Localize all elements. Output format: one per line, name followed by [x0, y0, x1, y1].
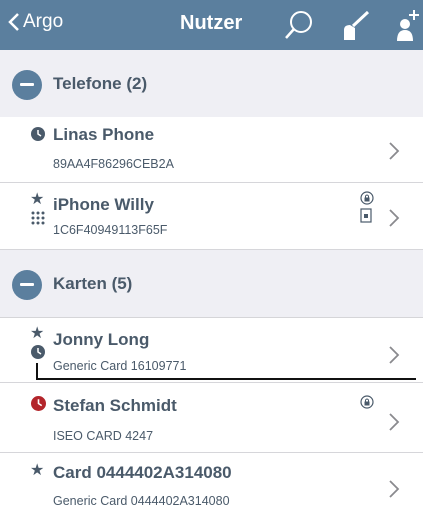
- card-icon: [360, 208, 372, 223]
- device-id: 1C6F40949113F65F: [53, 223, 168, 237]
- callout-line: [36, 363, 416, 380]
- search-icon[interactable]: [283, 8, 315, 42]
- chevron-right-icon: [389, 413, 400, 431]
- user-name: iPhone Willy: [53, 195, 154, 214]
- star-icon: ★: [30, 191, 45, 208]
- card-id: Generic Card 0444402A314080: [53, 494, 230, 508]
- star-icon: ★: [30, 325, 45, 342]
- list-item-phone[interactable]: Linas Phone 89AA4F86296CEB2A: [0, 117, 423, 183]
- section-header-cards: Karten (5): [0, 250, 423, 318]
- section-header-phones: Telefone (2): [0, 50, 423, 118]
- minus-circle-icon[interactable]: [12, 270, 42, 300]
- chevron-right-icon: [389, 480, 400, 498]
- clock-icon: [31, 127, 45, 141]
- back-label: Argo: [23, 11, 64, 32]
- lock-icon: [360, 395, 374, 409]
- list-item-card[interactable]: Stefan Schmidt ISEO CARD 4247: [0, 383, 423, 453]
- chevron-right-icon: [389, 142, 400, 160]
- page-title: Nutzer: [180, 12, 243, 34]
- user-name: Card 0444402A314080: [53, 463, 232, 482]
- lock-icon: [360, 191, 374, 205]
- card-id: ISEO CARD 4247: [53, 429, 154, 443]
- user-name: Stefan Schmidt: [53, 396, 177, 415]
- section-title: Telefone (2): [53, 74, 148, 93]
- clock-icon: [31, 396, 46, 411]
- add-user-icon[interactable]: [393, 8, 421, 44]
- chevron-left-icon: [8, 13, 19, 31]
- keypad-icon: [31, 211, 45, 225]
- broom-icon[interactable]: [338, 8, 372, 42]
- back-button[interactable]: Argo: [8, 11, 63, 33]
- list-item-card[interactable]: ★ Card 0444402A314080 Generic Card 04444…: [0, 453, 423, 522]
- navigation-bar: Argo Nutzer: [0, 0, 423, 50]
- minus-circle-icon[interactable]: [12, 70, 42, 100]
- star-icon: ★: [30, 462, 45, 479]
- chevron-right-icon: [389, 209, 400, 227]
- device-id: 89AA4F86296CEB2A: [53, 157, 174, 171]
- list-item-phone[interactable]: ★ iPhone Willy 1C6F40949113F65F: [0, 183, 423, 250]
- clock-icon: [31, 345, 45, 359]
- user-name: Jonny Long: [53, 330, 150, 349]
- user-name: Linas Phone: [53, 125, 155, 144]
- chevron-right-icon: [389, 346, 400, 364]
- section-title: Karten (5): [53, 274, 133, 293]
